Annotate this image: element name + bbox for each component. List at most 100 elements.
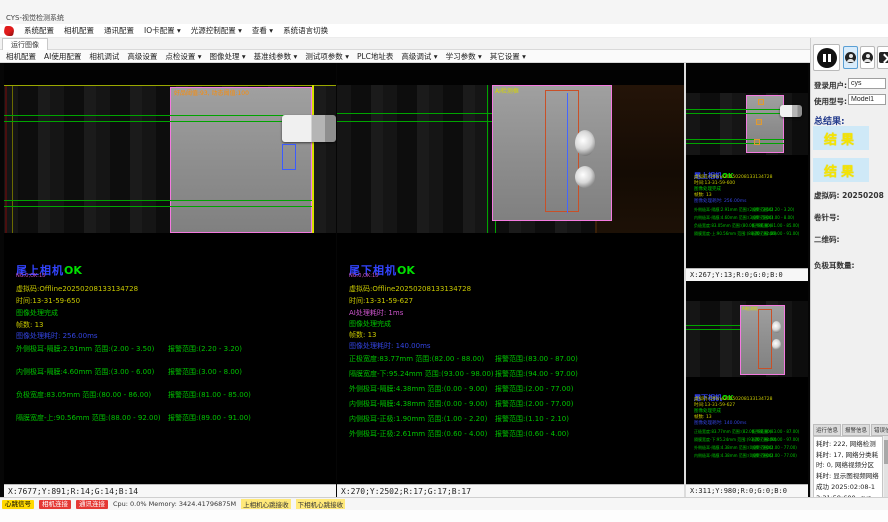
pause-icon [817,48,837,68]
status-bar: 心跳信号 相机连接 通讯连接 Cpu: 0.0% Memory: 3424.41… [0,497,888,510]
exit-icon [879,52,888,63]
elapsed-line: 图像处理耗时: 140.00ms [349,341,431,351]
camera-view-tail-upper[interactable]: 好品阈值:93, 动态阈值:100 尾上相机OK NG:0,OK:13 虚拟码:… [4,63,336,497]
tool-baseline-params[interactable]: 基准线参数 ▾ [254,51,298,62]
tool-image-processing[interactable]: 图像处理 ▾ [210,51,246,62]
camera-image-tail-upper[interactable]: 好品阈值:93, 动态阈值:100 [4,63,336,233]
blue-roi-box [282,144,296,170]
measurement-value: 内侧极耳-隔膜:4.38mm 范围:(0.00 - 9.00) [349,400,487,408]
exit-button[interactable] [877,46,888,69]
camera-image-small-bottom[interactable]: AI检测框 [686,281,808,377]
ai-detect-box [758,309,772,369]
tool-spot-check[interactable]: 点检设置 ▾ [165,51,201,62]
ai-elapsed-line: AI处理耗时: 1ms [349,308,403,318]
menu-language-switch[interactable]: 系统语言切换 [283,25,328,36]
ai-detect-box [545,90,579,212]
measurement-row: 外侧极耳-隔膜:4.38mm 范围:(0.00 - 9.00)报警范围:(2.0… [349,384,682,394]
switch-user-button[interactable] [860,46,875,69]
alarm-range: 报警范围:(0.60 - 4.00) [495,429,569,439]
measurement-list: 外侧极耳-隔膜:2.91mm 范围:(2.00 - 3.50)报警范围:(2.2… [694,207,807,247]
measurement-row: 隔膜宽度-上:90.56mm 范围:(88.00 - 92.00) 报警范围:(8… [16,413,334,423]
pause-button[interactable] [813,44,840,71]
tool-camera-debug[interactable]: 相机调试 [89,51,119,62]
menu-system-config[interactable]: 系统配置 [24,25,54,36]
login-user-field[interactable] [848,78,886,89]
measure-line [686,143,784,144]
cpu-memory-status: Cpu: 0.0% Memory: 3424.41796875M [113,500,236,508]
alarm-range: 报警范围:(3.00 - 8.00) [168,367,242,377]
electrode-region [746,95,784,153]
comm-connection-badge: 通讯连接 [76,500,108,509]
login-user-button[interactable] [843,46,858,69]
camera-image-small-top[interactable] [686,63,808,155]
menu-light-config[interactable]: 光源控制配置 ▾ [191,25,242,36]
camera-view-small-top[interactable]: 尾上相机OK 虚拟码:Offline20250208133134728 时间:1… [686,63,808,281]
ai-box-overlay-label: AI检测框 [495,86,519,95]
tool-advanced-settings[interactable]: 高级设置 [127,51,157,62]
tool-plc-address[interactable]: PLC地址表 [357,51,393,62]
frame-count-line: 帧数: 13 [16,320,44,330]
model-field[interactable] [848,94,886,105]
measure-line [4,121,312,122]
process-done-line: 图像处理完成 [349,319,391,329]
measurement-row: 负极宽度:83.05mm 范围:(80.00 - 86.00)报警范围:(81.… [16,390,334,400]
threshold-overlay-label: 好品阈值:93, 动态阈值:100 [174,88,249,97]
menu-camera-config[interactable]: 相机配置 [64,25,94,36]
tool-ai-config[interactable]: AI使用配置 [44,51,81,62]
title-bar: CYS-视觉检测系统 [0,0,888,24]
tool-test-params[interactable]: 测试项参数 ▾ [305,51,349,62]
pixel-status-bar: X:267;Y:13;R:0;G:0;B:0 [686,268,808,281]
pixel-status-bar: X:7677;Y:891;R:14;G:14;B:14 [4,484,336,497]
lower-camera-heartbeat-hint: 下相机心跳接收 [296,499,346,509]
tab-connector [780,105,802,117]
side-panel: 登录用户: 使用型号: 总结果: 结果 结果 虚拟码: 20250208 卷针号… [810,38,888,510]
upper-camera-heartbeat-hint: 上相机心跳接收 [241,499,291,509]
red-edge-line [5,85,7,233]
measurement-row: 外侧极耳-正极:2.61mm 范围:(0.60 - 4.00) 报警范围:(0.6… [349,429,682,439]
camera-view-small-bottom[interactable]: AI检测框 尾下相机OK 虚拟码:Offline2025020813313472… [686,281,808,497]
alarm-range: 报警范围:(89.00 - 91.00) [168,413,251,423]
alarm-range: 报警范围:(83.00 - 87.00) [752,429,799,435]
alarm-range: 报警范围:(94.00 - 97.00) [495,369,578,379]
tab-error-info[interactable]: 错误信息 [871,424,888,436]
yellow-guide-line [312,85,314,233]
measure-line [686,329,740,330]
tab-run-image[interactable]: 运行图像 [2,38,48,50]
camera-view-tail-lower[interactable]: AI检测框 尾下相机OK NG:0,OK:13 虚拟码:Offline20250… [337,63,684,497]
elapsed-line: 图像处理耗时: 140.00ms [694,420,746,426]
measurement-value: 负极宽度:83.05mm 范围:(80.00 - 86.00) [16,391,151,399]
camera-result-label: OK [397,264,415,277]
measurement-row: 外侧极耳-隔膜:2.91mm 范围:(2.00 - 3.50)报警范围:(2.2… [694,207,807,213]
measure-line [4,200,312,201]
virtual-code-label: 虚拟码: [814,191,840,200]
measurement-row: 正极宽度:83.77mm 范围:(82.00 - 88.00)报警范围:(83.… [349,354,682,364]
measurement-list: 正极宽度:83.77mm 范围:(82.00 - 88.00)报警范围:(83.… [694,429,807,469]
measurement-value: 隔膜宽度-上:90.56mm 范围:(88.00 - 92.00) [16,414,161,422]
scrollbar-thumb[interactable] [884,440,888,464]
alarm-range: 报警范围:(2.20 - 3.20) [752,207,794,213]
window-bottom-edge [0,510,888,522]
tab-alarm-info[interactable]: 报警信息 [842,424,870,436]
measurement-value: 外侧极耳-正极:2.61mm 范围:(0.60 - 4.00) [349,430,487,438]
alarm-range: 报警范围:(94.00 - 97.00) [752,437,799,443]
tool-camera-config[interactable]: 相机配置 [6,51,36,62]
tool-other-settings[interactable]: 其它设置 ▾ [490,51,526,62]
measurement-row: 内侧极耳-正极:1.90mm 范围:(1.00 - 2.20)报警范围:(1.1… [349,414,682,424]
tool-advanced-debug[interactable]: 高级调试 ▾ [401,51,437,62]
tool-learning-params[interactable]: 学习参数 ▾ [446,51,482,62]
measurement-row: 外侧极耳-隔膜:4.38mm 范围:(0.00 - 9.00)报警范围:(2.0… [694,445,807,451]
alarm-range: 报警范围:(3.00 - 8.00) [752,215,794,221]
measurement-list: 正极宽度:83.77mm 范围:(82.00 - 88.00)报警范围:(83.… [349,354,682,454]
tab-run-info[interactable]: 运行信息 [813,424,841,436]
measurement-row: 外侧极耳-隔膜:2.91mm 范围:(2.00 - 3.50)报警范围:(2.2… [16,344,334,354]
measurement-value: 内侧极耳-隔膜:4.60mm 范围:(3.00 - 6.00) [16,368,154,376]
menu-io-config[interactable]: IO卡配置 ▾ [144,25,181,36]
camera-image-tail-lower[interactable]: AI检测框 [337,63,684,233]
measure-line [686,139,784,140]
menu-view[interactable]: 查看 ▾ [252,25,273,36]
measure-line [4,115,312,116]
menu-comm-config[interactable]: 通讯配置 [104,25,134,36]
info-tab-strip: 运行信息 报警信息 错误信息 [813,424,888,436]
app-logo-icon [3,26,15,36]
roi-marker [756,119,762,125]
